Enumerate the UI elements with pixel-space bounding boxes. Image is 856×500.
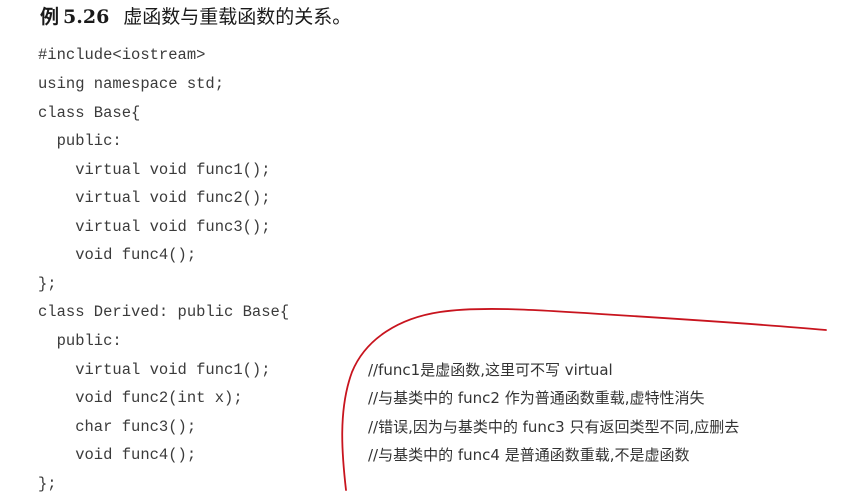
- comment-func3: //错误,因为与基类中的 func3 只有返回类型不同,应删去: [368, 418, 740, 436]
- comment-func2: //与基类中的 func2 作为普通函数重载,虚特性消失: [368, 389, 705, 407]
- example-number: 5.26: [63, 6, 110, 28]
- code-line: public:: [38, 132, 122, 150]
- comment-func4: //与基类中的 func4 是普通函数重载,不是虚函数: [368, 446, 690, 464]
- example-heading: 例 5.26 虚函数与重载函数的关系。: [40, 2, 351, 29]
- code-line: virtual void func1();: [38, 161, 271, 179]
- code-line: class Derived: public Base{: [38, 303, 290, 321]
- code-line: public:: [38, 332, 122, 350]
- code-line: using namespace std;: [38, 75, 225, 93]
- code-line: void func2(int x);: [38, 389, 243, 407]
- code-line: };: [38, 475, 57, 493]
- example-title: 虚函数与重载函数的关系。: [123, 6, 352, 28]
- code-line: class Base{: [38, 104, 141, 122]
- code-line: virtual void func1();: [38, 361, 271, 379]
- code-line: };: [38, 275, 57, 293]
- example-label: 例: [40, 6, 60, 28]
- code-line: char func3();: [38, 418, 197, 436]
- code-line: void func4();: [38, 246, 197, 264]
- code-line: virtual void func2();: [38, 189, 271, 207]
- code-line: void func4();: [38, 446, 197, 464]
- code-line: virtual void func3();: [38, 218, 271, 236]
- textbook-page: 例 5.26 虚函数与重载函数的关系。 #include<iostream> usi…: [0, 0, 856, 500]
- comment-func1: //func1是虚函数,这里可不写 virtual: [368, 361, 613, 379]
- code-line: #include<iostream>: [38, 46, 206, 64]
